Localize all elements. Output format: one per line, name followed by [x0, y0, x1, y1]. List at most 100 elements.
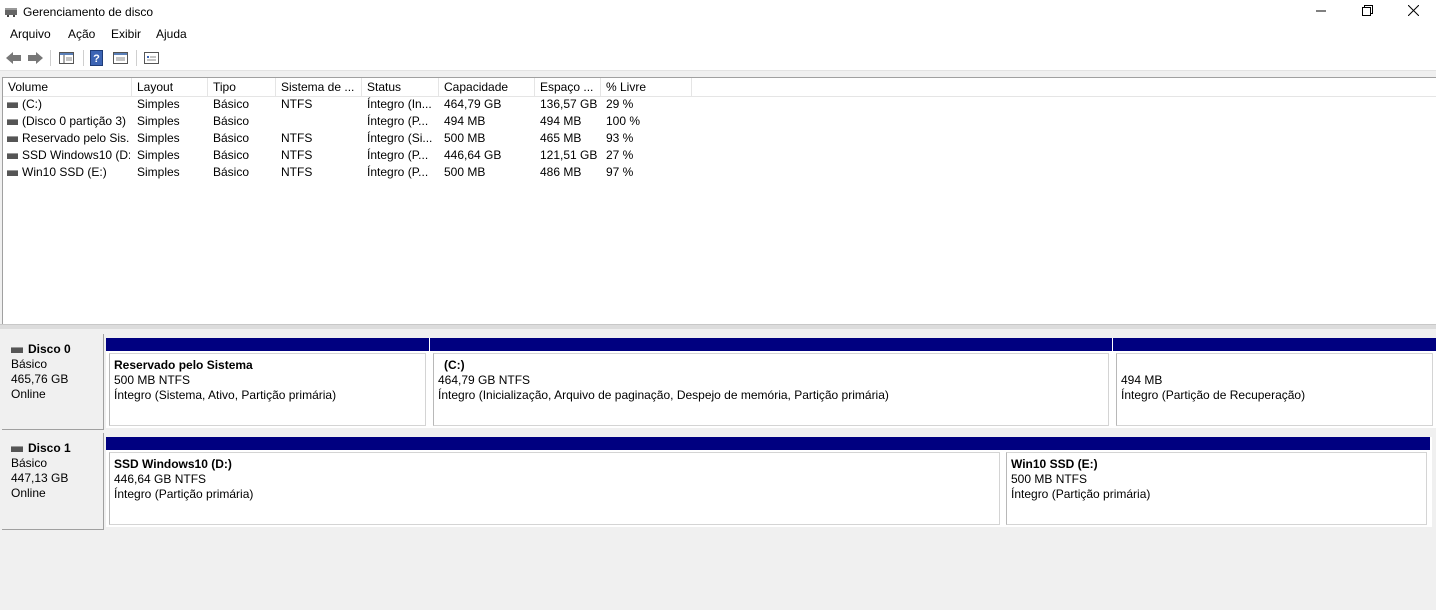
window-title: Gerenciamento de disco	[23, 5, 154, 19]
cell-status: Íntegro (P...	[367, 114, 429, 128]
cell-status: Íntegro (Si...	[367, 131, 433, 145]
cell-fs: NTFS	[281, 165, 313, 179]
cell-fs: NTFS	[281, 131, 313, 145]
partition-c[interactable]: (C:) 464,79 GB NTFS Íntegro (Inicializaç…	[430, 338, 1112, 428]
partition-details: 494 MB Íntegro (Partição de Recuperação)	[1116, 353, 1433, 426]
toolbar-separator	[50, 50, 51, 66]
forward-arrow-icon[interactable]	[27, 50, 44, 66]
partition-d[interactable]: SSD Windows10 (D:) 446,64 GB NTFS Íntegr…	[106, 437, 1003, 527]
column-header-capacidade[interactable]: Capacidade	[439, 78, 535, 96]
properties-icon[interactable]	[112, 50, 129, 66]
partition-bar	[106, 437, 1003, 450]
disk-0-size: 465,76 GB	[11, 372, 69, 386]
cell-fs: NTFS	[281, 97, 313, 111]
toolbar-separator	[83, 50, 84, 66]
cell-espaco: 465 MB	[540, 131, 582, 145]
partition-details: SSD Windows10 (D:) 446,64 GB NTFS Íntegr…	[109, 452, 1000, 525]
cell-volume: Reservado pelo Sis...	[22, 131, 130, 145]
disk-1-size: 447,13 GB	[11, 471, 69, 485]
volume-list-header: Volume Layout Tipo Sistema de ... Status…	[3, 78, 1436, 97]
disk-0-partitions: Reservado pelo Sistema 500 MB NTFS Ínteg…	[106, 338, 1436, 428]
partition-status: Íntegro (Sistema, Ativo, Partição primár…	[114, 388, 337, 402]
cell-espaco: 486 MB	[540, 165, 582, 179]
close-button[interactable]	[1390, 0, 1436, 24]
column-header-tipo[interactable]: Tipo	[208, 78, 276, 96]
back-arrow-icon[interactable]	[5, 50, 22, 66]
partition-size: 500 MB NTFS	[114, 373, 191, 387]
console-tree-icon[interactable]	[58, 50, 75, 66]
column-header-espaco[interactable]: Espaço ...	[535, 78, 601, 96]
cell-status: Íntegro (In...	[367, 97, 432, 111]
toolbar: ?	[0, 46, 1436, 71]
cell-tipo: Básico	[213, 148, 250, 162]
column-header-volume[interactable]: Volume	[3, 78, 132, 96]
partition-bar	[106, 338, 429, 351]
partition-details: (C:) 464,79 GB NTFS Íntegro (Inicializaç…	[433, 353, 1109, 426]
disk-icon	[11, 346, 23, 353]
column-header-sistema[interactable]: Sistema de ...	[276, 78, 362, 96]
disk-1-name: Disco 1	[28, 441, 71, 455]
disk-0-label[interactable]: Disco 0 Básico 465,76 GB Online	[2, 334, 104, 430]
minimize-button[interactable]	[1298, 0, 1344, 24]
volume-row[interactable]: (C:) Simples Básico NTFS Íntegro (In... …	[3, 96, 703, 113]
cell-status: Íntegro (P...	[367, 148, 429, 162]
cell-layout: Simples	[137, 148, 180, 162]
cell-tipo: Básico	[213, 114, 250, 128]
cell-capacidade: 464,79 GB	[444, 97, 502, 111]
cell-volume: (C:)	[22, 97, 42, 111]
volume-row[interactable]: Reservado pelo Sis... Simples Básico NTF…	[3, 130, 703, 147]
cell-capacidade: 494 MB	[444, 114, 486, 128]
menu-ajuda[interactable]: Ajuda	[156, 27, 187, 41]
partition-name	[1121, 358, 1432, 373]
volume-row[interactable]: SSD Windows10 (D:) Simples Básico NTFS Í…	[3, 147, 703, 164]
cell-capacidade: 446,64 GB	[444, 148, 502, 162]
disk-0-name-row: Disco 0	[11, 342, 103, 357]
cell-espaco: 121,51 GB	[540, 148, 598, 162]
volume-icon	[7, 153, 18, 159]
help-icon[interactable]: ?	[89, 50, 106, 66]
partition-name: Reservado pelo Sistema	[114, 358, 253, 372]
partition-status: Íntegro (Partição de Recuperação)	[1121, 388, 1306, 402]
partition-reserved[interactable]: Reservado pelo Sistema 500 MB NTFS Ínteg…	[106, 338, 429, 428]
partition-bar	[1113, 338, 1436, 351]
partition-size: 464,79 GB NTFS	[438, 373, 531, 387]
partition-status: Íntegro (Inicialização, Arquivo de pagin…	[438, 388, 889, 402]
cell-volume: Win10 SSD (E:)	[22, 165, 107, 179]
partition-recovery[interactable]: 494 MB Íntegro (Partição de Recuperação)	[1113, 338, 1436, 428]
pane-splitter[interactable]	[0, 324, 1436, 329]
cell-espaco: 494 MB	[540, 114, 582, 128]
disk-1-partitions: SSD Windows10 (D:) 446,64 GB NTFS Íntegr…	[106, 437, 1432, 527]
column-header-livre[interactable]: % Livre	[601, 78, 692, 96]
menu-acao[interactable]: Ação	[68, 27, 95, 41]
volume-icon	[7, 170, 18, 176]
disk-0-type: Básico	[11, 357, 48, 371]
cell-volume: SSD Windows10 (D:)	[22, 148, 130, 162]
cell-layout: Simples	[137, 97, 180, 111]
menu-exibir[interactable]: Exibir	[111, 27, 141, 41]
partition-name: (C:)	[444, 358, 465, 372]
menu-arquivo[interactable]: Arquivo	[10, 27, 51, 41]
close-icon	[1407, 4, 1419, 19]
volume-icon	[7, 136, 18, 142]
app-disk-icon	[4, 4, 18, 18]
cell-layout: Simples	[137, 165, 180, 179]
disk-1-state: Online	[11, 486, 46, 500]
partition-details: Reservado pelo Sistema 500 MB NTFS Ínteg…	[109, 353, 426, 426]
partition-bar	[1003, 437, 1430, 450]
disk-0-name: Disco 0	[28, 342, 71, 356]
cell-tipo: Básico	[213, 131, 250, 145]
settings-icon[interactable]	[143, 50, 160, 66]
svg-text:?: ?	[93, 53, 100, 65]
partition-e[interactable]: Win10 SSD (E:) 500 MB NTFS Íntegro (Part…	[1003, 437, 1430, 527]
partition-bar	[430, 338, 1112, 351]
restore-button[interactable]	[1344, 0, 1390, 24]
partition-size: 500 MB NTFS	[1011, 472, 1088, 486]
column-header-status[interactable]: Status	[362, 78, 439, 96]
disk-1-type: Básico	[11, 456, 48, 470]
partition-size: 494 MB	[1121, 373, 1163, 387]
volume-row[interactable]: Win10 SSD (E:) Simples Básico NTFS Ínteg…	[3, 164, 703, 181]
volume-row[interactable]: (Disco 0 partição 3) Simples Básico Ínte…	[3, 113, 703, 130]
disk-1-label[interactable]: Disco 1 Básico 447,13 GB Online	[2, 433, 104, 530]
column-header-layout[interactable]: Layout	[132, 78, 208, 96]
disk-icon	[11, 445, 23, 452]
